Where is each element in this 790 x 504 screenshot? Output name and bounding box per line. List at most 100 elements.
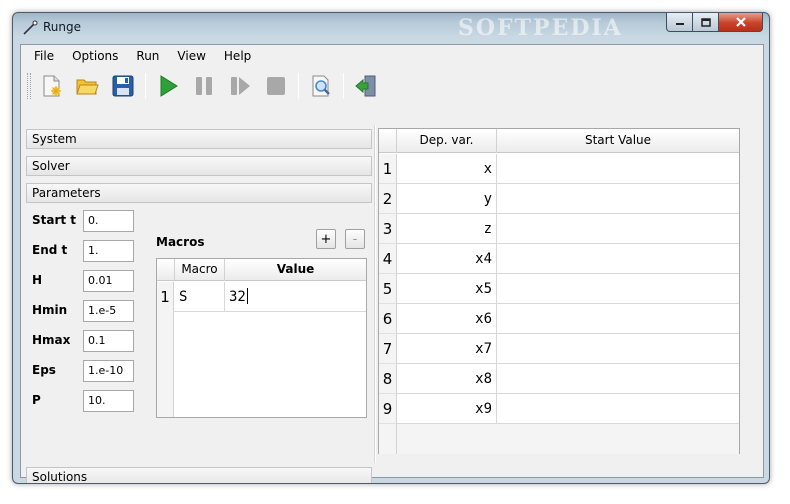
- param-label: End t: [32, 243, 68, 257]
- toolbar: [21, 68, 763, 104]
- macro-value-text: 32: [229, 289, 246, 305]
- dep-var-cell[interactable]: y: [397, 184, 497, 214]
- row-number[interactable]: 2: [379, 184, 397, 214]
- macros-table-header: Macro Value: [157, 259, 366, 281]
- start-value-cell[interactable]: [497, 214, 739, 244]
- menu-help[interactable]: Help: [215, 45, 260, 67]
- new-button[interactable]: [37, 72, 65, 100]
- row-number[interactable]: 4: [379, 244, 397, 274]
- row-header-fill: [157, 312, 174, 417]
- parameters-section-header[interactable]: Parameters: [26, 183, 372, 203]
- remove-macro-button[interactable]: -: [345, 229, 365, 249]
- dep-var-column-header[interactable]: Dep. var.: [397, 129, 497, 153]
- start-value-cell[interactable]: [497, 304, 739, 334]
- table-row: 1 S 32: [157, 282, 366, 312]
- title-bar[interactable]: Runge SOFTPEDIA: [13, 13, 769, 43]
- solver-section-header[interactable]: Solver: [26, 156, 372, 176]
- exit-button[interactable]: [352, 72, 380, 100]
- start-value-cell[interactable]: [497, 184, 739, 214]
- app-icon: [23, 20, 38, 35]
- new-icon: [43, 75, 61, 97]
- macro-value-cell[interactable]: 32: [225, 282, 366, 312]
- pause-button[interactable]: [190, 72, 218, 100]
- dep-var-cell[interactable]: x: [397, 154, 497, 184]
- run-button[interactable]: [154, 72, 182, 100]
- add-macro-button[interactable]: +: [316, 229, 336, 249]
- param-label: Start t: [32, 213, 77, 227]
- corner-cell: [379, 129, 397, 153]
- minimize-button[interactable]: [666, 13, 693, 32]
- dependent-variables-table: Dep. var. Start Value 1 x 2 y 3 z 4 x4 5 x5 6 x6 7 x7…: [378, 128, 740, 454]
- start-t-input[interactable]: 0.: [83, 210, 134, 232]
- start-value-cell[interactable]: [497, 244, 739, 274]
- menu-run[interactable]: Run: [127, 45, 168, 67]
- save-button[interactable]: [109, 72, 137, 100]
- maximize-button[interactable]: [693, 13, 719, 32]
- save-icon: [112, 75, 134, 97]
- dep-var-cell[interactable]: x5: [397, 274, 497, 304]
- start-value-cell[interactable]: [497, 334, 739, 364]
- row-number[interactable]: 5: [379, 274, 397, 304]
- close-icon: [735, 17, 746, 27]
- eps-input[interactable]: 1.e-10: [83, 360, 134, 382]
- watermark: SOFTPEDIA: [458, 15, 623, 41]
- exit-icon: [355, 75, 376, 97]
- dep-var-cell[interactable]: x9: [397, 394, 497, 424]
- corner-cell: [157, 259, 175, 281]
- caption-buttons: [666, 13, 763, 32]
- row-header-fill: [379, 424, 397, 454]
- close-button[interactable]: [719, 13, 763, 32]
- app-window: Runge SOFTPEDIA File Options Run View He…: [12, 12, 770, 484]
- row-number[interactable]: 6: [379, 304, 397, 334]
- window-title: Runge: [43, 20, 82, 34]
- end-t-input[interactable]: 1.: [83, 240, 134, 262]
- h-input[interactable]: 0.01: [83, 270, 134, 292]
- row-number[interactable]: 1: [379, 154, 397, 184]
- row-number[interactable]: 9: [379, 394, 397, 424]
- maximize-icon: [700, 17, 711, 27]
- start-value-cell[interactable]: [497, 394, 739, 424]
- step-button[interactable]: [226, 72, 254, 100]
- param-label: Hmin: [32, 303, 68, 317]
- table-empty-area: [397, 424, 739, 454]
- solutions-section-header[interactable]: Solutions: [26, 467, 372, 483]
- macro-name-cell[interactable]: S: [175, 282, 225, 312]
- open-folder-icon: [76, 79, 99, 95]
- hmax-input[interactable]: 0.1: [83, 330, 134, 352]
- start-value-cell[interactable]: [497, 274, 739, 304]
- p-input[interactable]: 10.: [83, 390, 134, 412]
- parameters-panel: Start t 0. End t 1. H 0.01 Hmin 1.e-5 Hm…: [26, 210, 372, 450]
- menu-options[interactable]: Options: [63, 45, 127, 67]
- toolbar-grip[interactable]: [27, 73, 31, 99]
- dep-var-cell[interactable]: x6: [397, 304, 497, 334]
- step-icon: [231, 77, 250, 95]
- row-number[interactable]: 1: [157, 282, 174, 312]
- left-panel: System Solver Parameters Start t 0. End …: [26, 125, 372, 483]
- client-area: File Options Run View Help System Solver…: [20, 44, 764, 483]
- dep-var-cell[interactable]: x8: [397, 364, 497, 394]
- value-column-header[interactable]: Value: [225, 259, 366, 281]
- menu-view[interactable]: View: [168, 45, 214, 67]
- start-value-cell[interactable]: [497, 154, 739, 184]
- dep-var-cell[interactable]: z: [397, 214, 497, 244]
- text-caret: [246, 288, 248, 304]
- row-number[interactable]: 8: [379, 364, 397, 394]
- stop-button[interactable]: [262, 72, 290, 100]
- toolbar-separator: [343, 73, 344, 99]
- dep-var-cell[interactable]: x4: [397, 244, 497, 274]
- open-button[interactable]: [73, 72, 101, 100]
- hmin-input[interactable]: 1.e-5: [83, 300, 134, 322]
- minimize-icon: [675, 23, 684, 25]
- menu-file[interactable]: File: [25, 45, 63, 67]
- param-label: H: [32, 273, 43, 287]
- start-value-cell[interactable]: [497, 364, 739, 394]
- pause-icon: [196, 77, 212, 95]
- system-section-header[interactable]: System: [26, 129, 372, 149]
- start-value-column-header[interactable]: Start Value: [497, 129, 739, 153]
- panel-splitter[interactable]: [374, 125, 376, 463]
- row-number[interactable]: 3: [379, 214, 397, 244]
- preview-button[interactable]: [307, 72, 335, 100]
- row-number[interactable]: 7: [379, 334, 397, 364]
- dep-var-cell[interactable]: x7: [397, 334, 497, 364]
- macro-column-header[interactable]: Macro: [175, 259, 225, 281]
